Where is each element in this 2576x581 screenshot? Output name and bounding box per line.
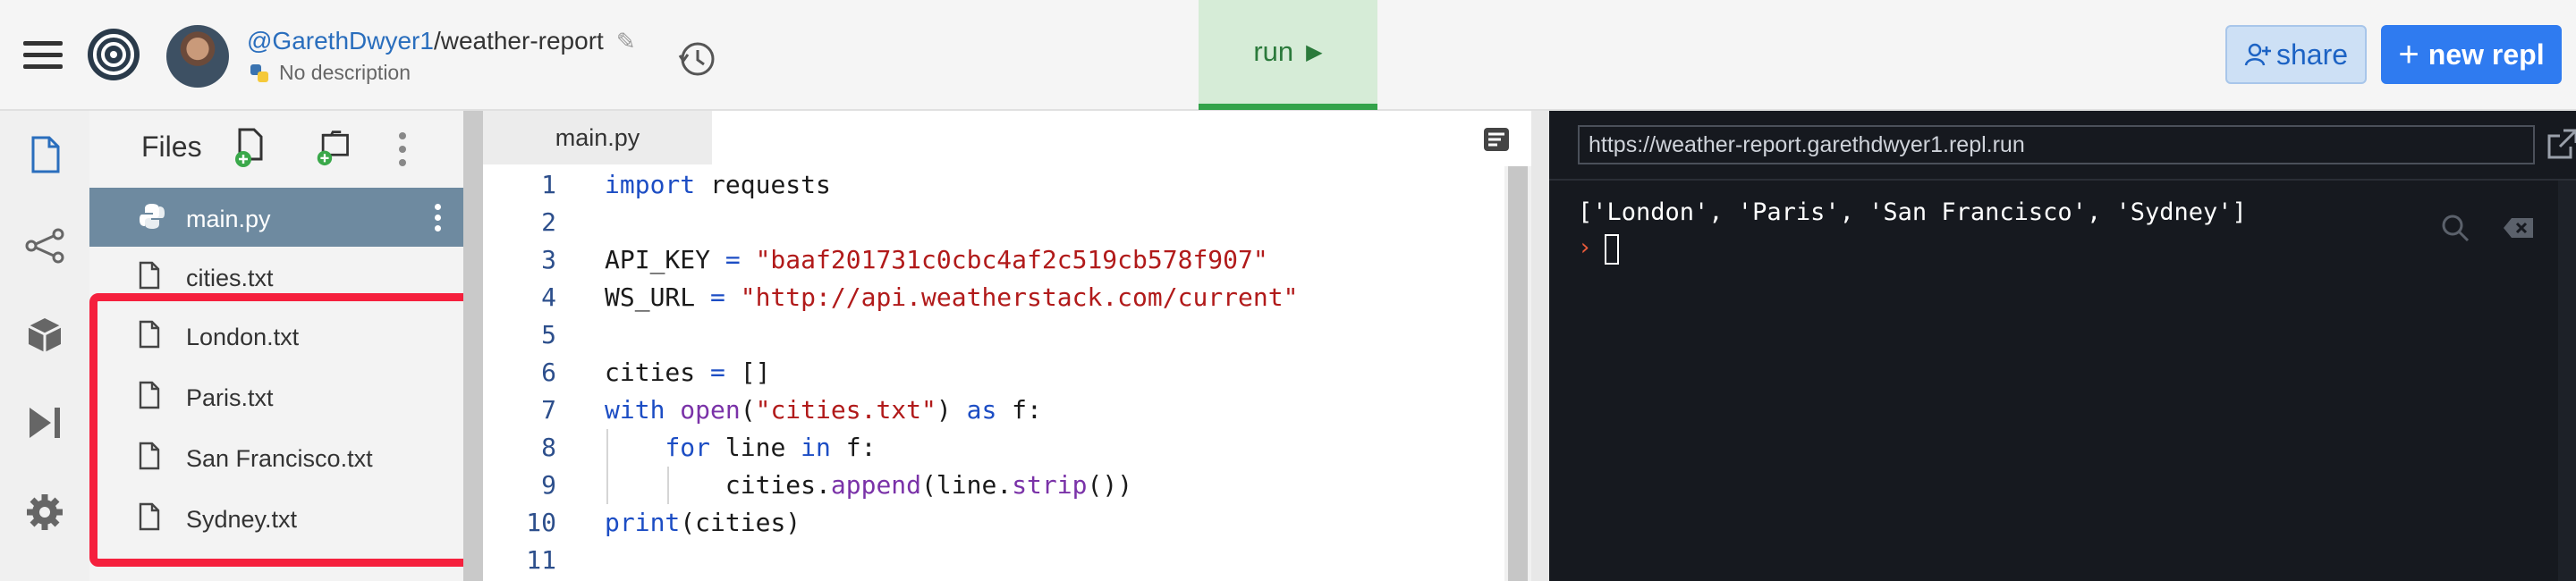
share-label: share: [2275, 38, 2349, 71]
code-text: API_KEY = "baaf201731c0cbc4af2c519cb578f…: [605, 245, 1268, 274]
top-bar: @GarethDwyer1/weather-report ✎ No descrip…: [0, 0, 2576, 111]
code-line: 6 cities = []: [483, 354, 1503, 392]
console-panel: https://weather-report.garethdwyer1.repl…: [1549, 111, 2576, 581]
format-code-icon[interactable]: [1483, 127, 1510, 152]
line-number: 2: [541, 207, 556, 237]
new-repl-button[interactable]: + new repl: [2381, 25, 2562, 84]
console-prompt: ›: [1578, 234, 1592, 261]
file-menu-icon[interactable]: [435, 204, 441, 236]
files-menu-icon[interactable]: [399, 132, 408, 168]
highlight-box: [89, 293, 479, 567]
panel-resize-handle[interactable]: [463, 111, 483, 581]
files-title: Files: [141, 131, 202, 163]
add-user-icon: [2244, 43, 2271, 66]
line-number: 5: [541, 320, 556, 349]
sidebar-rail: [0, 111, 89, 581]
run-button[interactable]: run ▶: [1199, 0, 1377, 110]
menu-icon[interactable]: [23, 41, 63, 70]
code-line: 1 import requests: [483, 166, 1503, 204]
file-icon: [139, 261, 160, 290]
new-file-icon[interactable]: [233, 127, 270, 168]
line-number: 10: [526, 508, 556, 537]
code-line: 2: [483, 204, 1503, 241]
line-number: 8: [541, 433, 556, 462]
code-line: 8 for line in f:: [483, 429, 1503, 467]
packages-icon[interactable]: [24, 315, 65, 356]
line-number: 9: [541, 470, 556, 500]
run-label: run: [1253, 36, 1294, 67]
repl-logo-icon[interactable]: [86, 27, 141, 82]
code-text: print(cities): [605, 508, 801, 537]
code-line: 7 with open("cities.txt") as f:: [483, 392, 1503, 429]
code-editor: main.py 1 import requests 2 3 API_KEY = "b…: [483, 111, 1531, 581]
console-scrollbar[interactable]: [2558, 181, 2576, 581]
code-text: with open("cities.txt") as f:: [605, 395, 1042, 425]
console-cursor[interactable]: [1605, 234, 1619, 265]
share-button[interactable]: share: [2225, 25, 2367, 84]
settings-icon[interactable]: [24, 492, 65, 533]
tab-bar: [712, 111, 1531, 164]
code-text: WS_URL = "http://api.weatherstack.com/cu…: [605, 282, 1299, 312]
debugger-icon[interactable]: [24, 402, 65, 443]
code-text: import requests: [605, 170, 831, 199]
editor-scrollbar[interactable]: [1504, 166, 1531, 581]
open-new-tab-icon[interactable]: [2544, 127, 2576, 163]
files-icon[interactable]: [24, 134, 65, 175]
history-icon[interactable]: [676, 38, 717, 79]
code-line: 5: [483, 316, 1503, 354]
console-separator: [1549, 179, 2576, 181]
line-number: 11: [526, 545, 556, 575]
python-icon: [250, 64, 268, 82]
console-divider[interactable]: [1531, 111, 1549, 581]
code-area[interactable]: 1 import requests 2 3 API_KEY = "baaf20173…: [483, 166, 1503, 579]
code-line: 9 cities.append(line.strip()): [483, 467, 1503, 504]
repo-description: No description: [249, 61, 411, 85]
description-text[interactable]: No description: [279, 61, 411, 84]
line-number: 6: [541, 358, 556, 387]
file-item[interactable]: main.py: [89, 188, 463, 247]
share-network-icon[interactable]: [24, 225, 65, 266]
file-name: main.py: [186, 206, 271, 232]
repo-name[interactable]: weather-report: [441, 27, 604, 55]
console-output: ['London', 'Paris', 'San Francisco', 'Sy…: [1578, 198, 2247, 226]
plus-icon: +: [2398, 34, 2419, 74]
play-icon: ▶: [1306, 39, 1323, 64]
line-number: 7: [541, 395, 556, 425]
line-number: 1: [541, 170, 556, 199]
line-number: 4: [541, 282, 556, 312]
repo-separator: /: [433, 27, 441, 55]
file-name: cities.txt: [186, 265, 274, 291]
new-repl-label: new repl: [2428, 38, 2545, 71]
search-icon[interactable]: [2440, 213, 2470, 243]
edit-pencil-icon[interactable]: ✎: [616, 28, 636, 55]
python-file-icon: [140, 204, 165, 229]
webview-url[interactable]: https://weather-report.garethdwyer1.repl…: [1578, 125, 2535, 164]
avatar[interactable]: [166, 25, 229, 88]
repo-title: @GarethDwyer1/weather-report ✎: [247, 27, 636, 55]
repo-owner-link[interactable]: @GarethDwyer1: [247, 27, 434, 55]
code-text: for line in f:: [665, 433, 877, 462]
new-folder-icon[interactable]: [315, 127, 352, 168]
code-line: 11: [483, 542, 1503, 579]
code-line: 10 print(cities): [483, 504, 1503, 542]
line-number: 3: [541, 245, 556, 274]
clear-console-icon[interactable]: [2503, 216, 2535, 240]
code-text: cities = []: [605, 358, 771, 387]
code-line: 3 API_KEY = "baaf201731c0cbc4af2c519cb578…: [483, 241, 1503, 279]
scrollbar-thumb[interactable]: [1508, 166, 1528, 581]
tab-main-py[interactable]: main.py: [483, 111, 712, 164]
code-text: cities.append(line.strip()): [605, 470, 1133, 500]
code-line: 4 WS_URL = "http://api.weatherstack.com/c…: [483, 279, 1503, 316]
